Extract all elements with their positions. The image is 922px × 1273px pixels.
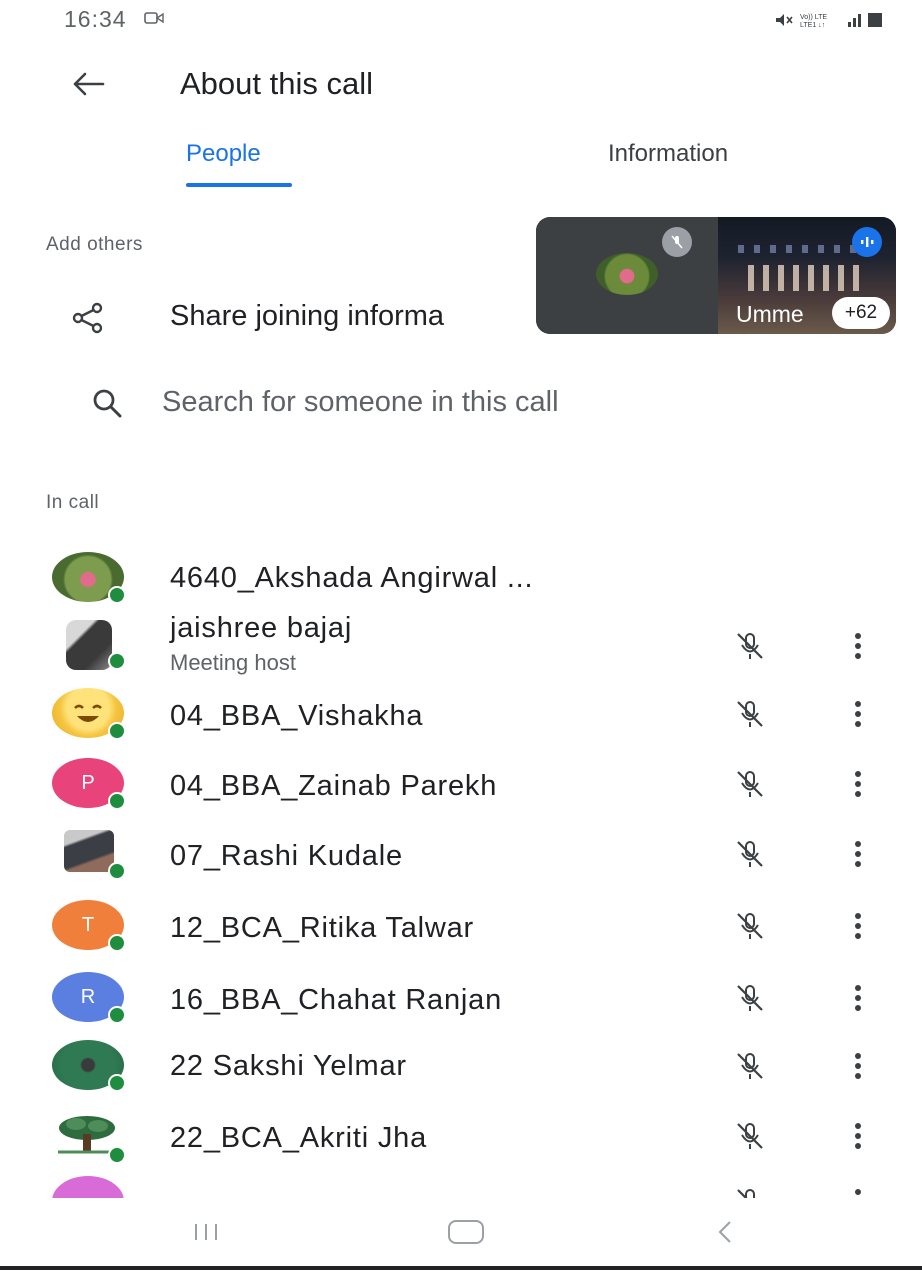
mic-off-icon[interactable] [732,628,768,664]
participant-role: Meeting host [170,650,296,675]
online-status-dot [108,792,126,810]
more-options-icon[interactable] [846,628,870,664]
home-button[interactable] [448,1220,484,1244]
mic-off-icon[interactable] [732,696,768,732]
online-status-dot [108,1074,126,1092]
participant-row[interactable]: R 16_BBA_Chahat Ranjan [0,964,922,1028]
tab-bar: People Information [0,128,922,192]
online-status-dot [108,934,126,952]
signal-icon [848,14,861,27]
participant-name: jaishree bajaj [170,612,353,644]
more-options-icon[interactable] [846,766,870,802]
share-icon [72,302,103,334]
search-icon [93,389,122,418]
status-time: 16:34 [64,6,127,32]
speaking-indicator-icon [852,227,882,257]
mic-off-icon[interactable] [732,1184,768,1198]
pip-self-tile [536,217,718,334]
in-call-label: In call [46,492,100,513]
status-bar: 16:34 Vo)) LTE LTE1 ↓↑ [0,0,922,40]
mic-off-icon[interactable] [732,908,768,944]
participant-name: 07_Rashi Kudale [170,840,403,872]
bottom-edge-line [0,1266,922,1270]
battery-icon [868,13,882,27]
pip-mic-off-icon [662,227,692,257]
picture-in-picture-window[interactable]: Umme +62 [536,217,896,334]
svg-text:Vo)) LTE: Vo)) LTE [800,14,827,21]
more-options-icon[interactable] [846,1184,870,1198]
online-status-dot [108,862,126,880]
participant-avatar [64,830,114,872]
pip-participant-name: Umme [736,301,804,327]
participant-name: 12_BCA_Ritika Talwar [170,912,474,944]
add-others-label: Add others [46,234,143,255]
participant-row[interactable]: T 12_BCA_Ritika Talwar [0,892,922,956]
more-options-icon[interactable] [846,980,870,1016]
online-status-dot [108,1006,126,1024]
participant-row[interactable]: P 04_BBA_Zainab Parekh [0,752,922,816]
participant-name: 22 Sakshi Yelmar [170,1050,407,1082]
more-options-icon[interactable] [846,908,870,944]
mic-off-icon[interactable] [732,766,768,802]
participant-list: 4640_Akshada Angirwal ... jaishree bajaj… [0,538,922,1198]
mic-off-icon[interactable] [732,1118,768,1154]
back-button[interactable] [64,64,112,104]
more-options-icon[interactable] [846,1118,870,1154]
page-title: About this call [180,66,373,101]
participant-name: 04_BBA_Vishakha [170,700,424,732]
tab-indicator [186,183,292,187]
mic-off-icon[interactable] [732,836,768,872]
search-participants-field[interactable]: Search for someone in this call [0,374,922,438]
screen-record-icon [144,12,164,24]
mic-off-icon[interactable] [732,980,768,1016]
search-placeholder: Search for someone in this call [162,386,559,418]
tab-information[interactable]: Information [608,140,728,168]
network-icon: Vo)) LTELTE1 ↓↑ [800,14,827,28]
pip-avatar [596,253,658,295]
svg-text:LTE1 ↓↑: LTE1 ↓↑ [800,22,825,28]
participant-row[interactable]: 07_Rashi Kudale [0,822,922,886]
recent-apps-icon[interactable] [188,1220,224,1244]
online-status-dot [108,1146,126,1164]
smiley-emoji-icon [74,704,102,722]
pip-video-lights [738,245,868,253]
arrow-left-icon [73,72,105,96]
participant-name: 22_BCA_Akriti Jha [170,1122,427,1154]
app-bar: About this call [0,50,922,120]
more-options-icon[interactable] [846,1048,870,1084]
participant-avatar [66,620,112,670]
participant-avatar [52,1176,124,1198]
pip-participant-count: +62 [832,297,890,329]
participant-row[interactable]: 04_BBA_Vishakha [0,682,922,746]
participant-row[interactable]: 22 Sakshi Yelmar [0,1034,922,1098]
participant-row[interactable]: 22_BCA_Akriti Jha [0,1104,922,1168]
back-nav-icon[interactable] [712,1218,738,1246]
online-status-dot [108,722,126,740]
mic-off-icon[interactable] [732,1048,768,1084]
mute-icon [776,14,793,26]
participant-row[interactable] [0,1176,922,1198]
online-status-dot [108,586,126,604]
share-joining-info-label: Share joining informa [170,300,445,332]
more-options-icon[interactable] [846,696,870,732]
participant-name: 16_BBA_Chahat Ranjan [170,984,503,1016]
participant-row[interactable]: 4640_Akshada Angirwal ... [0,546,922,610]
pip-video-people [748,265,868,291]
participant-row[interactable]: jaishree bajaj Meeting host [0,610,922,682]
more-options-icon[interactable] [846,836,870,872]
system-nav-bar [0,1200,922,1260]
status-icons: Vo)) LTE LTE1 ↓↑ [774,8,882,32]
tab-people[interactable]: People [186,140,261,168]
online-status-dot [108,652,126,670]
participant-name: 4640_Akshada Angirwal ... [170,562,534,594]
participant-name: 04_BBA_Zainab Parekh [170,770,498,802]
